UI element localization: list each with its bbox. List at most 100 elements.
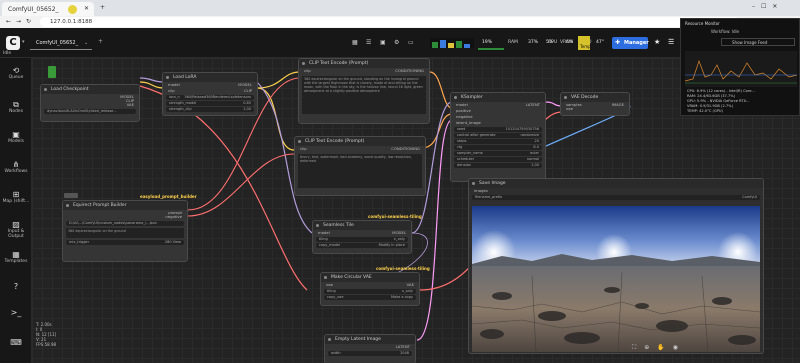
link-visibility-icon[interactable]: ◉ [673, 344, 686, 351]
node-clip-text-encode-positive[interactable]: CLIP Text Encode (Prompt) clip CONDITION… [298, 58, 430, 124]
filename-prefix-widget[interactable]: filename_prefix ComfyUI [472, 195, 760, 200]
input-latent-image[interactable]: latent_image [451, 120, 486, 126]
json-path-widget[interactable]: D:\AI\...\ComfyUI\custom_nodes\panorama_… [66, 221, 184, 226]
queue-icon[interactable]: ▦ [352, 39, 358, 46]
node-empty-latent-image[interactable]: Empty Latent Image LATENT width 2048 [324, 334, 416, 363]
input-images[interactable]: images [469, 188, 763, 194]
console-button[interactable]: >_ [0, 308, 32, 317]
node-title[interactable]: Seamless Tile [313, 221, 411, 230]
output-latent[interactable]: LATENT [521, 102, 545, 108]
node-title[interactable]: Load LoRA [163, 73, 257, 82]
sidebar-item-models[interactable]: ▣ Models [0, 130, 32, 144]
lines-icon[interactable]: ☰ [366, 39, 371, 46]
nav-back-icon[interactable]: ← [6, 18, 11, 25]
output-latent[interactable]: LATENT [325, 344, 415, 350]
fit-view-icon[interactable]: ⛶ [632, 344, 644, 351]
output-negative[interactable]: negative [63, 214, 187, 220]
node-title[interactable]: CLIP Text Encode (Prompt) [295, 137, 425, 146]
new-tab-icon[interactable]: + [100, 4, 105, 11]
lora-name-label: lora_n [169, 95, 180, 99]
generated-image-preview[interactable] [472, 206, 760, 352]
comfy-logo[interactable]: C [6, 36, 20, 50]
input-clip[interactable]: clip [299, 68, 316, 74]
ckpt-name-widget[interactable]: dynavisionXLAllInOneStylized_release... [44, 109, 136, 114]
node-title[interactable]: Empty Latent Image [325, 335, 415, 344]
sampler-name-widget[interactable]: sampler_name euler [454, 151, 542, 156]
denoise-widget[interactable]: denoise 1.00 [454, 163, 542, 168]
browser-tab[interactable]: ComfyUI_05652_ ✕ [2, 2, 94, 16]
keyboard-button[interactable]: ⌨ [0, 338, 32, 347]
workflow-menu-chevron-icon[interactable]: ▾ [22, 39, 25, 45]
input-clip[interactable]: clip [295, 146, 312, 152]
node-equirect-prompt-builder[interactable]: Equirect Prompt Builder prompt negative … [62, 200, 188, 262]
favorite-icon[interactable]: ★ [654, 38, 660, 46]
input-clip[interactable]: clip [163, 88, 185, 94]
output-vae[interactable]: VAE [402, 282, 419, 288]
node-title[interactable]: Make Circular VAE [321, 273, 419, 282]
manager-button[interactable]: ✚ Manager [612, 37, 649, 49]
menu-icon[interactable]: ☰ [668, 38, 674, 46]
strength-clip-widget[interactable]: strength_clip 1.00 [166, 107, 254, 112]
input-model[interactable]: model [313, 230, 335, 236]
output-image[interactable]: IMAGE [607, 102, 629, 108]
cfg-widget[interactable]: cfg 8.0 [454, 145, 542, 150]
monitor-icon[interactable]: ▭ [408, 39, 414, 46]
node-title[interactable]: Load Checkpoint [41, 85, 139, 94]
node-title[interactable]: VAE Decode [561, 93, 629, 102]
add-workflow-tab-icon[interactable]: + [98, 38, 103, 45]
output-conditioning[interactable]: CONDITIONING [386, 146, 425, 152]
output-vae[interactable]: VAE [41, 102, 139, 108]
sidebar-item-workflows[interactable]: ⋔ Workflows [0, 160, 32, 174]
node-save-image[interactable]: Save Image images filename_prefix ComfyUI [468, 178, 764, 354]
url-field[interactable]: 127.0.0.1:8188 [40, 17, 740, 27]
node-title[interactable]: Save Image [469, 179, 763, 188]
node-make-circular-vae[interactable]: Make Circular VAE vae VAE tiling x_only c… [320, 272, 420, 306]
output-model[interactable]: MODEL [387, 230, 411, 236]
node-title[interactable]: CLIP Text Encode (Prompt) [299, 59, 429, 68]
tab-options-icon[interactable]: ⌄ [84, 40, 88, 46]
sidebar-item-map[interactable]: ⊞ Map (shift... [0, 190, 32, 204]
steps-widget[interactable]: steps 20 [454, 139, 542, 144]
copy-vae-widget[interactable]: copy_vae Make a copy [324, 295, 416, 300]
show-image-feed-toggle[interactable]: Show Image Feed [721, 38, 795, 46]
tab-close-icon[interactable]: ✕ [84, 5, 89, 12]
tiling-widget[interactable]: tiling x_only [324, 289, 416, 294]
prompt-preview[interactable]: 360 equirectangular on the ground [66, 228, 184, 238]
node-clip-text-encode-negative[interactable]: CLIP Text Encode (Prompt) clip CONDITION… [294, 136, 426, 196]
node-ksampler[interactable]: KSampler model positive negative latent_… [450, 92, 546, 182]
hand-icon[interactable]: ✋ [657, 344, 672, 351]
node-vae-decode[interactable]: VAE Decode samples vae IMAGE [560, 92, 630, 116]
nav-forward-icon[interactable]: → [16, 18, 21, 25]
workflow-tab[interactable]: ComfyUI_05652_ ⌄ [30, 36, 92, 50]
node-title[interactable]: Equirect Prompt Builder [63, 201, 187, 210]
node-load-lora[interactable]: Load LoRA model clip MODEL CLIP lora_n 36… [162, 72, 258, 116]
seed-widget[interactable]: seed 101204759030756 [454, 127, 542, 132]
output-conditioning[interactable]: CONDITIONING [390, 68, 429, 74]
sidebar-item-input-output[interactable]: ▨ Input & Output [0, 220, 32, 239]
input-vae[interactable]: vae [321, 282, 338, 288]
settings-icon[interactable]: ⚙ [394, 39, 399, 46]
window-controls[interactable]: –☐✕ [752, 3, 783, 10]
output-clip[interactable]: CLIP [233, 88, 257, 94]
zoom-icon[interactable]: ⊕ [644, 344, 657, 351]
negative-prompt-textarea[interactable]: blurry, text, watermark, bad anatomy, wo… [298, 154, 422, 188]
lora-name-widget[interactable]: lora_n 360\Relaxed360Rendered.safetensors [166, 95, 254, 100]
help-button[interactable]: ? [0, 282, 32, 291]
node-title[interactable]: KSampler [451, 93, 545, 102]
node-seamless-tile[interactable]: Seamless Tile model MODEL tiling x_only c… [312, 220, 412, 254]
sidebar-item-queue[interactable]: ⟲ Queue [0, 66, 32, 80]
sidebar-item-nodes[interactable]: ⧉ Nodes [0, 100, 32, 114]
reload-icon[interactable]: ↻ [26, 18, 31, 25]
sidebar-item-templates[interactable]: ▦ Templates [0, 250, 32, 264]
terminal-icon[interactable]: ▣ [380, 39, 386, 46]
input-vae[interactable]: vae [561, 106, 587, 112]
copy-model-widget[interactable]: copy_model Modify in place [316, 243, 408, 248]
node-load-checkpoint[interactable]: Load Checkpoint MODEL CLIP VAE dynavisio… [40, 84, 140, 122]
width-widget[interactable]: width 2048 [328, 351, 412, 356]
tiling-widget[interactable]: tiling x_only [316, 237, 408, 242]
scheduler-widget[interactable]: scheduler normal [454, 157, 542, 162]
positive-prompt-textarea[interactable]: 360 equirectangular on the ground, stand… [302, 76, 426, 114]
mix-trigger-widget[interactable]: mix_trigger 280 View [66, 240, 184, 245]
strength-model-widget[interactable]: strength_model 0.85 [166, 101, 254, 106]
control-after-generate-widget[interactable]: control after generate randomize [454, 133, 542, 138]
